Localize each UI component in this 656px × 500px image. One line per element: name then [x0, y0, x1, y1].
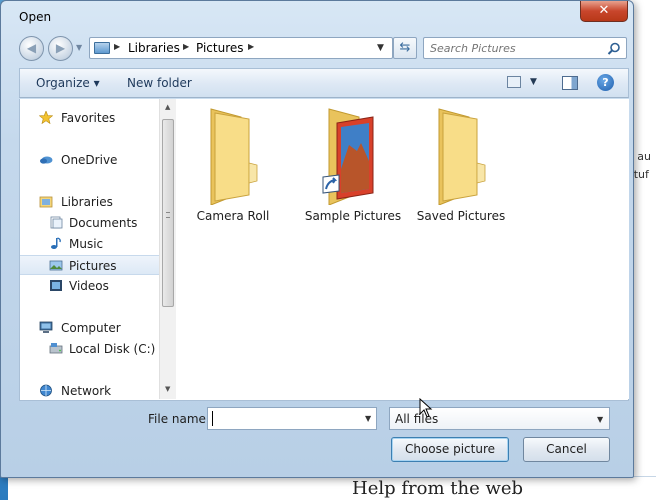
help-icon[interactable]: ? — [597, 74, 614, 91]
nav-item-label: Local Disk (C:) — [69, 342, 156, 356]
scrollbar-thumb[interactable] — [162, 119, 174, 307]
recent-pages-dropdown-icon[interactable]: ▼ — [76, 43, 82, 52]
text-caret — [212, 411, 213, 426]
file-type-dropdown-icon[interactable]: ▼ — [597, 415, 603, 424]
nav-item-favorites[interactable]: Favorites — [20, 108, 159, 128]
nav-item-label: Pictures — [69, 259, 117, 273]
refresh-button[interactable]: ⇆ — [393, 37, 417, 59]
cloud-icon — [40, 156, 53, 164]
nav-item-label: Music — [69, 237, 104, 251]
folder-item-saved-pictures[interactable]: Saved Pictures — [411, 105, 511, 225]
back-button[interactable]: ◀ — [19, 36, 44, 61]
content-area: Favorites OneDrive Libraries Documents M… — [19, 99, 629, 401]
breadcrumb-pictures[interactable]: Pictures — [196, 41, 244, 55]
mouse-cursor-icon — [419, 398, 433, 418]
address-dropdown-icon[interactable]: ▼ — [377, 43, 384, 53]
open-dialog: Open ✕ ◀ ▶ ▼ ▶ Libraries ▶ Pictures ▶ ▼ … — [0, 0, 634, 478]
folder-label: Camera Roll — [196, 209, 270, 223]
close-button[interactable]: ✕ — [580, 1, 628, 22]
nav-item-label: Computer — [61, 321, 121, 335]
nav-item-label: Network — [61, 384, 112, 398]
nav-item-computer[interactable]: Computer — [20, 318, 159, 338]
nav-item-label: Favorites — [61, 111, 116, 125]
help-from-web-heading: Help from the web — [352, 478, 524, 499]
nav-item-network[interactable]: Network — [20, 381, 159, 401]
grip-icon — [166, 212, 170, 218]
file-name-label: File name: — [148, 412, 210, 426]
folder-icon — [210, 108, 258, 205]
folder-item-camera-roll[interactable]: Camera Roll — [183, 105, 283, 225]
file-name-input[interactable]: ▼ — [207, 407, 377, 430]
file-name-dropdown-icon[interactable]: ▼ — [365, 414, 371, 423]
navigation-pane: Favorites OneDrive Libraries Documents M… — [20, 99, 159, 399]
nav-item-documents[interactable]: Documents — [20, 213, 159, 233]
nav-item-label: Videos — [69, 279, 109, 293]
breadcrumb-libraries[interactable]: Libraries — [128, 41, 180, 55]
folder-item-sample-pictures[interactable]: Sample Pictures — [303, 105, 403, 225]
address-bar[interactable]: ▶ Libraries ▶ Pictures ▶ ▼ — [89, 37, 393, 59]
cancel-button[interactable]: Cancel — [523, 437, 610, 462]
videos-icon — [50, 280, 62, 291]
library-icon — [94, 42, 110, 54]
breadcrumb-separator-icon[interactable]: ▶ — [183, 42, 189, 51]
nav-item-music[interactable]: Music — [20, 234, 159, 254]
scroll-down-icon[interactable]: ▼ — [165, 385, 170, 393]
breadcrumb-separator-icon: ▶ — [114, 42, 121, 51]
folder-shortcut-icon — [322, 108, 374, 205]
pictures-icon — [49, 260, 63, 271]
search-input[interactable] — [430, 40, 600, 56]
file-list: Camera Roll Sample Pictures Saved Pictur… — [177, 99, 629, 399]
forward-arrow-icon: ▶ — [55, 41, 66, 55]
network-icon — [40, 384, 52, 397]
nav-item-pictures[interactable]: Pictures — [20, 255, 159, 275]
nav-item-label: OneDrive — [61, 153, 118, 167]
drive-icon — [49, 343, 63, 354]
choose-picture-button[interactable]: Choose picture — [391, 437, 509, 462]
nav-item-videos[interactable]: Videos — [20, 276, 159, 296]
breadcrumb-separator-icon[interactable]: ▶ — [248, 42, 254, 51]
star-icon — [39, 111, 53, 124]
dialog-title: Open — [19, 10, 52, 24]
library-icon — [39, 196, 53, 208]
documents-icon — [50, 216, 63, 229]
computer-icon — [39, 321, 53, 333]
nav-item-label: Libraries — [61, 195, 113, 209]
organize-menu-button[interactable]: Organize ▾ — [36, 76, 100, 90]
folder-label: Sample Pictures — [304, 209, 402, 223]
scroll-up-icon[interactable]: ▲ — [165, 103, 170, 111]
refresh-icon: ⇆ — [399, 40, 411, 55]
nav-item-label: Documents — [69, 216, 138, 230]
more-views-dropdown-icon[interactable]: ▼ — [530, 77, 537, 87]
search-icon[interactable] — [607, 42, 621, 56]
nav-item-local-disk[interactable]: Local Disk (C:) — [20, 339, 159, 359]
forward-button[interactable]: ▶ — [48, 36, 73, 61]
nav-pane-scrollbar[interactable]: ▲ ▼ — [159, 99, 176, 399]
folder-icon — [438, 108, 486, 205]
new-folder-button[interactable]: New folder — [127, 76, 192, 90]
command-toolbar: Organize ▾ New folder ▼ ? — [19, 68, 629, 98]
preview-pane-icon[interactable] — [562, 76, 578, 90]
music-icon — [51, 237, 61, 249]
nav-item-onedrive[interactable]: OneDrive — [20, 150, 159, 170]
change-view-icon[interactable] — [507, 76, 521, 88]
folder-label: Saved Pictures — [416, 209, 506, 223]
nav-item-libraries[interactable]: Libraries — [20, 192, 159, 212]
search-box[interactable] — [423, 37, 627, 59]
back-arrow-icon: ◀ — [26, 41, 37, 55]
